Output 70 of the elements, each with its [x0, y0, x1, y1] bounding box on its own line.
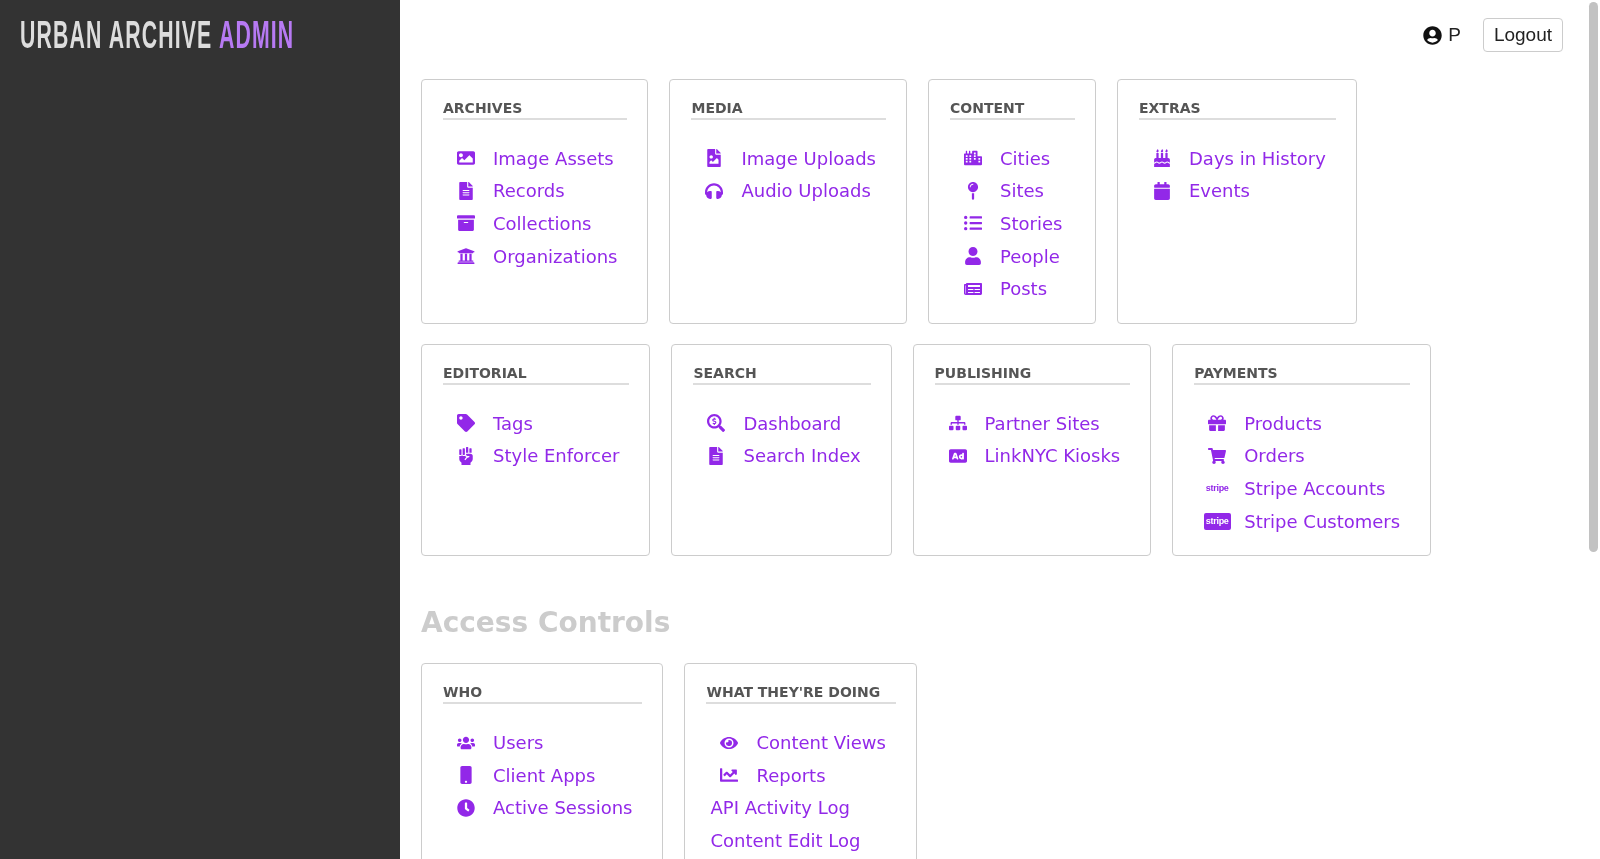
menu-link[interactable]: API Activity Log — [710, 791, 896, 825]
menu-link[interactable]: Active Sessions — [443, 791, 643, 825]
menu-link[interactable]: Records — [443, 174, 628, 208]
menu-link[interactable]: Content Edit Log — [710, 824, 896, 857]
ad-icon — [948, 446, 967, 465]
card-title: PUBLISHING — [934, 364, 1131, 385]
menu-link[interactable]: Reports — [706, 758, 896, 792]
menu-link[interactable]: Image Assets — [443, 142, 628, 175]
user-name[interactable]: P — [1448, 24, 1461, 46]
cart-icon — [1208, 446, 1227, 465]
menu-link[interactable]: Products — [1194, 406, 1411, 440]
phone-icon — [457, 766, 475, 785]
menu-link[interactable]: Dashboard — [693, 406, 871, 440]
card-title: ARCHIVES — [443, 100, 628, 120]
menu-link[interactable]: LinkNYC Kiosks — [934, 439, 1131, 473]
menu-link[interactable]: Style Enforcer — [443, 439, 630, 473]
stripe-logo: stripe — [1203, 512, 1231, 530]
tag-icon — [457, 414, 475, 433]
menu-link[interactable]: People — [950, 239, 1075, 273]
clock-icon — [457, 798, 475, 817]
list-icon — [964, 214, 982, 233]
card-title: MEDIA — [691, 100, 886, 120]
card-title: CONTENT — [950, 100, 1075, 120]
menu-link[interactable]: Tags — [443, 406, 630, 440]
menu-link[interactable]: Events — [1139, 174, 1336, 208]
menu-link[interactable]: stripe Stripe Accounts — [1194, 472, 1411, 505]
document-icon — [707, 446, 726, 465]
chart-icon — [720, 766, 739, 785]
menu-link[interactable]: Cities — [950, 142, 1075, 175]
menu-link[interactable]: stripe Stripe Customers — [1194, 504, 1411, 538]
cake-icon — [1153, 149, 1171, 168]
menu-link[interactable]: Days in History — [1139, 142, 1336, 175]
menu-link[interactable]: Sites — [950, 174, 1075, 208]
building-columns-icon — [457, 247, 475, 266]
menu-link[interactable]: Partner Sites — [934, 406, 1131, 440]
menu-link[interactable]: Audio Uploads — [691, 174, 886, 208]
user-icon[interactable] — [1423, 25, 1443, 45]
image-icon — [457, 149, 475, 168]
card-title: WHAT THEY'RE DOING — [706, 684, 896, 705]
menu-link[interactable]: Collections — [443, 207, 628, 240]
person-icon — [964, 247, 982, 266]
image-file-icon — [705, 149, 724, 168]
card-title: EDITORIAL — [443, 364, 630, 385]
fist-icon — [457, 446, 475, 465]
menu-link[interactable]: Client Apps — [443, 758, 643, 792]
stripe-logo: stripe — [1205, 483, 1229, 493]
brand-name: URBAN ARCHIVE — [20, 14, 213, 56]
logout-button[interactable]: Logout — [1482, 18, 1563, 52]
menu-link[interactable]: Content Views — [706, 726, 896, 759]
search-dollar-icon — [707, 414, 726, 433]
card-title: PAYMENTS — [1194, 364, 1411, 385]
menu-link[interactable]: Orders — [1194, 439, 1411, 473]
card-title: WHO — [443, 684, 643, 705]
calendar-icon — [1153, 181, 1171, 200]
sitemap-icon — [948, 414, 967, 433]
card-title: SEARCH — [693, 364, 871, 385]
archive-box-icon — [457, 214, 475, 233]
headphones-icon — [705, 181, 724, 200]
brand-suffix: ADMIN — [219, 14, 295, 56]
document-icon — [457, 181, 475, 200]
menu-link[interactable]: Users — [443, 726, 643, 759]
menu-link[interactable]: Search Index — [693, 439, 871, 473]
card-title: EXTRAS — [1139, 100, 1336, 120]
menu-link[interactable]: Image Uploads — [691, 142, 886, 175]
menu-link[interactable]: Stories — [950, 207, 1075, 240]
menu-link[interactable]: Posts — [950, 272, 1075, 305]
gift-icon — [1208, 414, 1227, 433]
city-icon — [964, 149, 982, 168]
scrollbar[interactable] — [1589, 2, 1598, 552]
menu-link[interactable]: Organizations — [443, 239, 628, 273]
